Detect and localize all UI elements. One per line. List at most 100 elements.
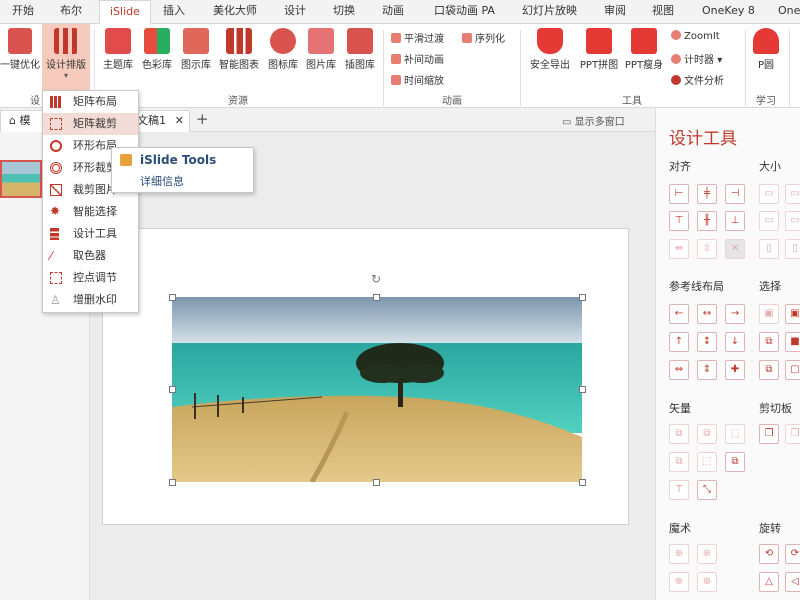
- icon-library-button[interactable]: 图标库: [264, 28, 302, 71]
- theme-library-button[interactable]: 主题库: [100, 28, 136, 71]
- landscape-photo[interactable]: [172, 297, 582, 482]
- menu-item-handle-adjust[interactable]: 控点调节: [43, 267, 138, 289]
- resize-handle[interactable]: [373, 294, 380, 301]
- tab-view[interactable]: 视图: [652, 0, 674, 24]
- zoomit-button[interactable]: ZoomIt: [671, 30, 720, 42]
- tab-insert[interactable]: 插入: [163, 0, 185, 24]
- magic-icon[interactable]: ⊕: [697, 544, 717, 564]
- paste-icon[interactable]: ❐: [785, 424, 800, 444]
- smart-chart-button[interactable]: 智能图表: [216, 28, 262, 71]
- design-layout-button[interactable]: 设计排版 ▾: [42, 24, 90, 90]
- align-left-icon[interactable]: ⊢: [669, 184, 689, 204]
- align-right-icon[interactable]: ⊣: [725, 184, 745, 204]
- menu-item-color-picker[interactable]: ⁄ 取色器: [43, 245, 138, 267]
- ppt-slim-button[interactable]: PPT瘦身: [622, 28, 666, 71]
- edit-points-icon[interactable]: ⤡: [697, 480, 717, 500]
- rotate-icon[interactable]: ⟲: [759, 544, 779, 564]
- select-icon[interactable]: ▣: [785, 304, 800, 324]
- subtract-icon[interactable]: ⬚: [697, 452, 717, 472]
- resize-handle[interactable]: [579, 386, 586, 393]
- menu-item-smart-select[interactable]: ✸ 智能选择: [43, 201, 138, 223]
- magic-icon[interactable]: ⊕: [669, 544, 689, 564]
- p-yuan-button[interactable]: P圆: [750, 28, 782, 71]
- same-height-icon[interactable]: ▭: [759, 211, 779, 231]
- serialize-button[interactable]: 序列化: [462, 30, 505, 45]
- select-icon[interactable]: ▢: [785, 360, 800, 380]
- size-icon[interactable]: ▭: [785, 184, 800, 204]
- smooth-transition-button[interactable]: 平滑过渡: [391, 30, 444, 45]
- select-icon[interactable]: ▣: [759, 304, 779, 324]
- flip-icon[interactable]: △: [759, 572, 779, 592]
- menu-item-watermark[interactable]: ♙ 增删水印: [43, 289, 138, 311]
- select-invert-icon[interactable]: ⧉: [759, 360, 779, 380]
- distribute-grid-icon[interactable]: ✕: [725, 239, 745, 259]
- close-icon[interactable]: ✕: [175, 111, 184, 131]
- rotate-icon[interactable]: ⟳: [785, 544, 800, 564]
- tab-design[interactable]: 设计: [284, 0, 306, 24]
- picture-library-button[interactable]: 图片库: [302, 28, 340, 71]
- union-icon[interactable]: ⧉: [669, 424, 689, 444]
- resize-handle[interactable]: [373, 479, 380, 486]
- slide-thumbnail[interactable]: [0, 160, 42, 198]
- distribute-v-icon[interactable]: ⇳: [697, 239, 717, 259]
- align-middle-icon[interactable]: ╫: [697, 211, 717, 231]
- tween-animation-button[interactable]: 补间动画: [391, 51, 444, 66]
- guide-h-spread-icon[interactable]: ⇔: [669, 360, 689, 380]
- file-analysis-button[interactable]: 文件分析: [671, 72, 724, 87]
- same-width-icon[interactable]: ▭: [759, 184, 779, 204]
- add-tab-icon[interactable]: +: [196, 110, 209, 128]
- flip-icon[interactable]: ◁: [785, 572, 800, 592]
- combine-icon[interactable]: ⧉: [697, 424, 717, 444]
- resize-handle[interactable]: [169, 294, 176, 301]
- tab-animation[interactable]: 动画: [382, 0, 404, 24]
- rotate-handle-icon[interactable]: ↻: [371, 272, 381, 286]
- show-multi-window-button[interactable]: ▭ 显示多窗口: [562, 113, 625, 128]
- guide-right-icon[interactable]: →: [725, 304, 745, 324]
- tab-more[interactable]: One: [778, 0, 800, 24]
- time-zoom-button[interactable]: 时间缩放: [391, 72, 444, 87]
- color-library-button[interactable]: 色彩库: [138, 28, 176, 71]
- tab-slideshow[interactable]: 幻灯片放映: [522, 0, 577, 24]
- align-center-icon[interactable]: ╪: [697, 184, 717, 204]
- magic-icon[interactable]: ⊕: [697, 572, 717, 592]
- resize-handle[interactable]: [579, 294, 586, 301]
- guide-grid-icon[interactable]: ✚: [725, 360, 745, 380]
- tab-pocket-anim[interactable]: 口袋动画 PA: [434, 0, 495, 24]
- tab-review[interactable]: 审阅: [604, 0, 626, 24]
- tab-transition[interactable]: 切换: [333, 0, 355, 24]
- fragment-icon[interactable]: ⬚: [725, 424, 745, 444]
- select-similar-icon[interactable]: ⧉: [759, 332, 779, 352]
- timer-button[interactable]: 计时器 ▾: [671, 51, 722, 66]
- size-icon[interactable]: ▯: [785, 239, 800, 259]
- tab-onekey[interactable]: OneKey 8: [702, 0, 755, 24]
- details-link[interactable]: 详细信息: [140, 173, 184, 189]
- illustration-library-button[interactable]: 插图库: [340, 28, 380, 71]
- tab-home[interactable]: 开始: [12, 0, 34, 24]
- resize-handle[interactable]: [169, 386, 176, 393]
- layer-icon[interactable]: ⧉: [725, 452, 745, 472]
- guide-v-spread-icon[interactable]: ⇕: [697, 360, 717, 380]
- resize-handle[interactable]: [579, 479, 586, 486]
- distribute-h-icon[interactable]: ⇹: [669, 239, 689, 259]
- guide-vcenter-icon[interactable]: ↕: [697, 332, 717, 352]
- one-click-optimize-button[interactable]: 一键优化: [0, 28, 40, 71]
- tab-beautify[interactable]: 美化大师: [213, 0, 257, 24]
- guide-up-icon[interactable]: ↑: [669, 332, 689, 352]
- guide-left-icon[interactable]: ←: [669, 304, 689, 324]
- text-icon[interactable]: T: [669, 480, 689, 500]
- menu-item-matrix-layout[interactable]: 矩阵布局: [43, 91, 138, 113]
- magic-icon[interactable]: ⊕: [669, 572, 689, 592]
- select-icon[interactable]: ■: [785, 332, 800, 352]
- diagram-library-button[interactable]: 图示库: [178, 28, 214, 71]
- intersect-icon[interactable]: ⧉: [669, 452, 689, 472]
- copy-icon[interactable]: ❐: [759, 424, 779, 444]
- tab-islide[interactable]: iSlide: [99, 0, 151, 25]
- align-bottom-icon[interactable]: ⊥: [725, 211, 745, 231]
- ppt-puzzle-button[interactable]: PPT拼图: [576, 28, 622, 71]
- tab-boolean[interactable]: 布尔: [60, 0, 82, 24]
- menu-item-matrix-crop[interactable]: 矩阵裁剪: [43, 113, 138, 135]
- safe-export-button[interactable]: 安全导出: [526, 28, 574, 71]
- size-icon[interactable]: ▭: [785, 211, 800, 231]
- guide-down-icon[interactable]: ↓: [725, 332, 745, 352]
- align-top-icon[interactable]: ⊤: [669, 211, 689, 231]
